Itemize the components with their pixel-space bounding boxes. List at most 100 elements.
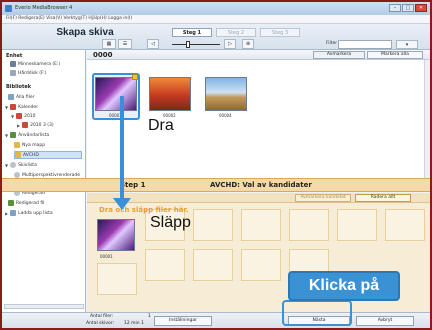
- drop-slot: [241, 209, 281, 241]
- camera-icon: [10, 61, 16, 67]
- drop-slot: [193, 209, 233, 241]
- sidebar-item-label: Multiperspektivrenderade: [22, 172, 80, 178]
- sidebar-item-label: Minneskamera (E:): [18, 61, 61, 67]
- library-icon: [8, 94, 14, 100]
- sidebar-item-2010-3[interactable]: ▶ 2010 3 (3): [17, 122, 54, 128]
- sidebar-item-label: Ladda upp lista: [18, 210, 53, 216]
- filter-select[interactable]: [338, 40, 392, 49]
- deselect-candidate-button[interactable]: Avmarkera kandidat: [295, 194, 351, 202]
- page-title: Skapa skiva: [56, 27, 114, 38]
- sidebar-item-disc-list[interactable]: ▼ Skivlista: [5, 162, 37, 168]
- sidebar-item-label: Användarlista: [18, 132, 50, 138]
- sidebar-item-upload-list[interactable]: ▶ Ladda upp lista: [5, 210, 53, 216]
- annotation-drag: Dra: [148, 117, 174, 134]
- sidebar-item-camera[interactable]: Minneskamera (E:): [10, 61, 60, 67]
- sidebar-item-user-list[interactable]: ▼ Användarlista: [5, 132, 49, 138]
- drag-arrow: [120, 96, 124, 202]
- sidebar-item-label: AVCHD: [23, 152, 39, 158]
- zoom-in-icon[interactable]: ▷: [224, 39, 236, 49]
- drop-slot: [337, 209, 377, 241]
- list-item-thumbnail[interactable]: [205, 77, 247, 111]
- drop-slot: [385, 209, 425, 241]
- deselect-button[interactable]: Avmarkera: [313, 51, 365, 59]
- edit-icon: [8, 200, 14, 206]
- tab-step-3[interactable]: Steg 3: [260, 28, 300, 37]
- cancel-button[interactable]: Avbryt: [356, 316, 414, 326]
- list-item-thumbnail[interactable]: [95, 77, 137, 111]
- maximize-button[interactable]: □: [402, 4, 414, 12]
- sidebar-item-harddisk[interactable]: Hårddisk (F:): [10, 70, 47, 76]
- band-title: AVCHD: Val av kandidater: [210, 181, 312, 189]
- sidebar-item-avchd[interactable]: AVCHD: [14, 151, 82, 159]
- expand-arrow-icon[interactable]: ▼: [5, 105, 8, 110]
- zoom-slider-track[interactable]: [172, 44, 220, 45]
- sidebar-item-new-folder[interactable]: Nya mapp: [14, 142, 45, 148]
- annotation-click: Klicka på: [288, 271, 400, 301]
- filter-dropdown-icon[interactable]: ▾: [396, 40, 418, 49]
- sidebar-head-library: Bibliotek: [6, 84, 32, 90]
- drop-slot: [193, 249, 233, 281]
- sidebar-item-calendar[interactable]: ▼ Kalender: [5, 104, 38, 110]
- sidebar-item-label: Skivlista: [18, 162, 37, 168]
- sidebar-item-label: Kalender: [18, 104, 39, 110]
- drop-slot: [241, 249, 281, 281]
- list-item-thumbnail[interactable]: [149, 77, 191, 111]
- dropped-item-label: 00001: [100, 254, 113, 259]
- calendar-icon: [22, 122, 29, 128]
- folder-icon: [14, 142, 20, 148]
- close-button[interactable]: ✕: [415, 4, 427, 12]
- select-all-button[interactable]: Markera alla: [367, 51, 423, 59]
- settings-button[interactable]: Inställningar: [154, 316, 212, 326]
- sidebar-item-label: Hårddisk (F:): [18, 70, 47, 76]
- bottom-bar: Antal filer: 1 Antal skivor: 12 min 1 In…: [2, 312, 430, 328]
- list-count: 0000: [93, 51, 113, 59]
- zoom-slider-handle[interactable]: [186, 41, 190, 48]
- window-title: Everio MediaBrowser 4: [15, 5, 73, 11]
- list-header: 0000 Avmarkera Markera alla: [87, 50, 430, 60]
- upload-icon: [10, 210, 17, 216]
- sidebar-item-label: Alla filer: [16, 94, 35, 100]
- filter-label: Filter: [326, 41, 338, 46]
- list-scrollbar[interactable]: [424, 60, 430, 178]
- disc-count-label: Antal skivor:: [86, 321, 115, 326]
- grid-view-icon[interactable]: ▦: [102, 39, 116, 49]
- files-count-value: 1: [148, 314, 151, 319]
- preview-icon[interactable]: ⊕: [242, 39, 254, 49]
- drop-toolbar: Avmarkera kandidat Radera allt: [87, 193, 430, 203]
- menu-bar: Fil(F) Redigera(E) Visa(V) Verktyg(T) Hj…: [2, 15, 430, 24]
- list-view-icon[interactable]: ☰: [118, 39, 132, 49]
- list-item-label: 00004: [219, 113, 232, 118]
- sidebar-head-device: Enhet: [6, 53, 23, 59]
- expand-arrow-icon[interactable]: ▼: [5, 133, 8, 138]
- tab-step-2[interactable]: Steg 2: [216, 28, 256, 37]
- drop-slot: [289, 209, 329, 241]
- files-count-label: Antal filer:: [90, 314, 114, 319]
- minimize-button[interactable]: –: [389, 4, 401, 12]
- sidebar-item-label: 2010 3 (3): [30, 122, 54, 128]
- menu-items[interactable]: Fil(F) Redigera(E) Visa(V) Verktyg(T) Hj…: [6, 16, 132, 21]
- next-button-highlight: [282, 300, 352, 326]
- calendar-icon: [10, 104, 17, 110]
- collapse-arrow-icon[interactable]: ▶: [17, 123, 20, 128]
- delete-all-button[interactable]: Radera allt: [355, 194, 411, 202]
- drop-slot: [97, 263, 137, 295]
- tab-step-1[interactable]: Steg 1: [172, 28, 212, 37]
- user-list-icon: [10, 132, 17, 138]
- step-band: Step 1 AVCHD: Val av kandidater: [2, 178, 430, 192]
- media-list: 0000 Avmarkera Markera alla 00001 00002 …: [87, 50, 430, 178]
- sidebar-item-label: Nya mapp: [22, 142, 46, 148]
- harddisk-icon: [10, 70, 16, 76]
- collapse-arrow-icon[interactable]: ▶: [5, 211, 8, 216]
- dropped-item-thumbnail[interactable]: [97, 219, 135, 251]
- sidebar-scrollbar[interactable]: [4, 304, 84, 309]
- calendar-icon: [16, 113, 23, 119]
- sidebar-item-edited-file[interactable]: Redigerad fil: [8, 200, 44, 206]
- drag-arrow-head-icon: [113, 198, 131, 210]
- sidebar-item-all-files[interactable]: Alla filer: [8, 94, 34, 100]
- zoom-out-icon[interactable]: ◁: [147, 39, 159, 49]
- checkbox-icon[interactable]: [132, 74, 138, 80]
- annotation-drop: Släpp: [150, 214, 191, 231]
- sidebar-item-2010[interactable]: ▼ 2010: [11, 113, 36, 119]
- expand-arrow-icon[interactable]: ▼: [11, 114, 14, 119]
- expand-arrow-icon[interactable]: ▼: [5, 163, 8, 168]
